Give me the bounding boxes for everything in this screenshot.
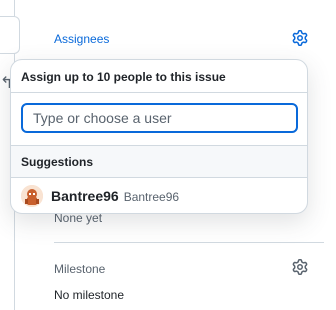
- user-avatar-icon: [21, 185, 43, 207]
- user-name: Bantree96: [123, 190, 180, 204]
- popover-header: Assign up to 10 people to this issue: [11, 60, 307, 93]
- assignees-title[interactable]: Assignees: [54, 32, 109, 46]
- gear-icon[interactable]: [292, 259, 308, 275]
- milestone-title[interactable]: Milestone: [54, 262, 105, 276]
- section-divider: [54, 242, 324, 243]
- suggestion-item[interactable]: Bantree96 Bantree96: [11, 178, 307, 213]
- suggestions-header: Suggestions: [11, 146, 307, 178]
- milestone-empty-text: No milestone: [54, 288, 125, 302]
- gear-icon[interactable]: [292, 30, 308, 46]
- filter-container: [11, 93, 307, 146]
- user-search-input[interactable]: [21, 103, 298, 133]
- assignees-popover: Assign up to 10 people to this issue Sug…: [10, 59, 308, 214]
- comment-box-edge: [0, 16, 20, 54]
- user-login: Bantree96: [51, 188, 119, 204]
